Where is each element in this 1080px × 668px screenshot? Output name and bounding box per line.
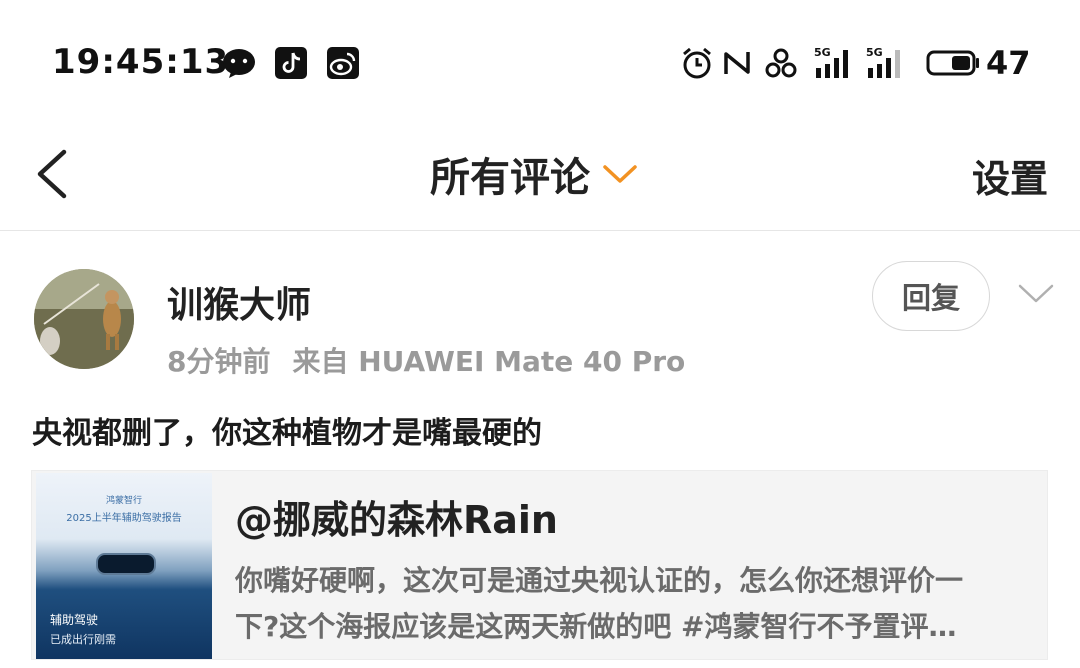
comment-text: 央视都删了，你这种植物才是嘴最硬的: [32, 416, 542, 451]
quoted-post-card[interactable]: 鸿蒙智行 2025上半年辅助驾驶报告 辅助驾驶 已成出行刚需 @挪威的森林Rai…: [31, 470, 1048, 660]
signal-5g-icon: 5G: [814, 46, 848, 78]
hotspot-icon: [765, 48, 797, 78]
poster-line2: 已成出行刚需: [50, 633, 116, 646]
poster-device: [96, 553, 156, 575]
settings-button[interactable]: 设置: [972, 148, 1048, 203]
quoted-post-text-line2: 下?这个海报应该是这两天新做的吧 #鸿蒙智行不予置评…: [235, 610, 957, 643]
comments-header: 所有评论 设置: [0, 128, 1080, 231]
svg-text:5G: 5G: [814, 46, 831, 59]
comment-meta: 8分钟前 来自 HUAWEI Mate 40 Pro: [167, 340, 685, 380]
alarm-icon: [683, 47, 711, 79]
weibo-icon: [327, 47, 359, 79]
status-time: 19:45:13: [52, 42, 230, 82]
nfc-icon: [724, 52, 750, 74]
chevron-down-icon[interactable]: [1017, 283, 1055, 305]
poster-line1: 辅助驾驶: [50, 613, 99, 627]
user-avatar[interactable]: [34, 269, 134, 369]
poster-subtitle: 2025上半年辅助驾驶报告: [66, 513, 182, 524]
battery-icon: [926, 50, 979, 76]
quoted-post-author[interactable]: @挪威的森林Rain: [235, 489, 558, 544]
chevron-down-icon: [603, 165, 637, 183]
quoted-post-text-line1: 你嘴好硬啊，这次可是通过央视认证的，怎么你还想评价一: [235, 564, 964, 597]
comment-source: 来自 HUAWEI Mate 40 Pro: [292, 345, 686, 378]
comment-time: 8分钟前: [167, 345, 271, 378]
quoted-post-image: 鸿蒙智行 2025上半年辅助驾驶报告 辅助驾驶 已成出行刚需: [36, 473, 212, 659]
back-chevron-icon[interactable]: [30, 146, 74, 202]
svg-text:5G: 5G: [866, 46, 883, 59]
comment-username[interactable]: 训猴大师: [167, 276, 311, 328]
status-bar: 19:45:13 5G 5G 47: [0, 0, 1080, 128]
comments-filter-dropdown[interactable]: 所有评论: [430, 146, 638, 202]
signal-5g-icon: 5G: [866, 46, 900, 78]
reply-button[interactable]: 回复: [872, 261, 990, 331]
tiktok-icon: [275, 47, 307, 79]
page-title: 所有评论: [430, 155, 590, 201]
battery-level: 47: [986, 44, 1031, 82]
wechat-icon: [223, 49, 255, 78]
poster-brand: 鸿蒙智行: [105, 496, 142, 506]
